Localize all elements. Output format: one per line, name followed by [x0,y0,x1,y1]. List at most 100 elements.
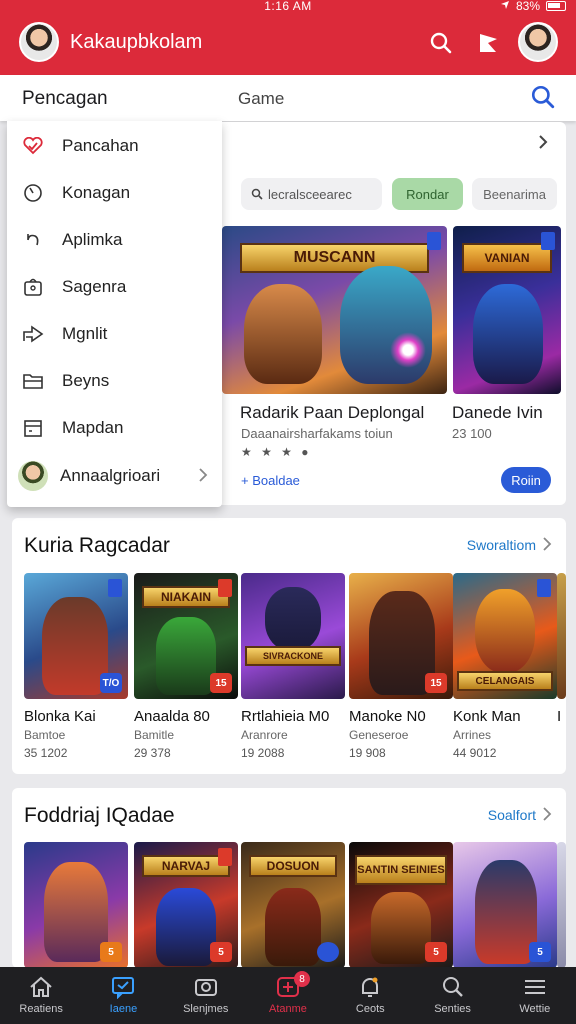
hero-figure [475,860,537,964]
game-tile[interactable]: DOSUON [241,842,345,968]
undo-arrow-icon [22,229,44,251]
search-icon[interactable] [530,84,556,115]
chip-active[interactable]: Rondar [392,178,463,210]
game-tile[interactable]: 5 [453,842,557,968]
nav-label: Atanme [269,1003,307,1015]
menu-profile-label: Annaalgrioari [60,466,161,485]
menu-item-label: Mapdan [62,418,124,437]
game-name: Blonka Kai [24,708,96,725]
game-tile[interactable]: 5 [24,842,128,968]
nav-label: Ceots [355,1003,385,1015]
add-link[interactable]: + Boaldae [241,473,300,488]
chip-other[interactable]: Beenarima [472,178,557,210]
menu-item-aplimka[interactable]: Aplimka [7,220,222,260]
age-badge: 5 [210,942,232,962]
menu-item-label: Pancahan [62,136,139,155]
search-icon [442,977,463,997]
featured-game-art[interactable]: MUSCANN [222,226,447,394]
menu-item-konagan[interactable]: Konagan [7,173,222,213]
search-icon[interactable] [427,29,455,57]
nav-item-camera[interactable]: Slenjmes [165,967,247,1024]
game-tile[interactable]: 15 [349,573,453,699]
hero-figure [44,862,108,962]
nav-item-chat[interactable]: Iaene [82,967,164,1024]
menu-item-mapdan[interactable]: Mapdan [7,408,222,448]
game-name: Konk Man [453,708,521,725]
chevron-right-icon[interactable] [542,806,552,827]
game-tile[interactable]: SIVRACKONE [241,573,345,699]
section-foddriaj-iqadae: Foddriaj IQadae Soalfort 5 NARVAJ 5 DOSU… [12,788,566,968]
see-all-link[interactable]: Sworaltiom [467,537,536,553]
nav-item-add[interactable]: 8 Atanme [247,967,329,1024]
search-input[interactable]: Game [238,89,284,109]
game-logo: VANIAN [461,242,553,274]
featured-subtitle: Daaanairsharfakams toiun [241,426,393,441]
game-name: Rrtlahieia M0 [241,708,330,725]
nav-item-menu[interactable]: Wettie [494,967,576,1024]
menu-item-mgnlit[interactable]: Mgnlit [7,314,222,354]
featured-title[interactable]: Radarik Paan Deplongal [240,403,424,423]
filter-search-chip[interactable]: lecralsceearec [241,178,382,210]
chevron-right-icon [198,467,208,488]
game-name: Anaalda 80 [134,708,210,725]
menu-item-label: Beyns [62,371,110,390]
game-genre: Bamitle [134,728,175,742]
section-title: Kuria Ragcadar [24,534,170,557]
home-icon [30,976,52,997]
bookmark-icon [108,579,122,597]
search-icon [251,188,263,200]
menu-item-label: Sagenra [62,277,127,296]
game-logo: CELANGAIS [457,671,553,692]
hero-figure [156,888,216,966]
game-genre: Arrines [453,728,492,742]
heart-check-icon [22,135,44,157]
nav-label: Slenjmes [183,1003,229,1015]
chevron-right-icon[interactable] [542,536,552,557]
profile-avatar[interactable] [518,22,558,62]
chevron-right-icon[interactable] [536,134,550,155]
game-logo: SANTIN SEINIES [355,854,447,885]
game-tile[interactable] [557,573,566,699]
nav-item-search[interactable]: Senties [411,967,493,1024]
status-bar: 1:16 AM 83% [0,0,576,14]
menu-item-profile[interactable]: Annaalgrioari [7,456,222,496]
game-tile[interactable]: NARVAJ 5 [134,842,238,968]
see-all-link[interactable]: Soalfort [488,807,536,823]
game-logo: DOSUON [249,854,337,878]
game-tile[interactable]: SANTIN SEINIES 5 [349,842,453,968]
game-tile[interactable]: CELANGAIS [453,573,557,699]
dropdown-menu: Pancahan Konagan Aplimka Sagenra Mgnlit … [7,121,222,507]
side-title[interactable]: Danede Ivin [452,403,543,423]
game-tile[interactable] [557,842,566,968]
join-button[interactable]: Roiin [501,467,551,493]
section-kuria-ragcadar: Kuria Ragcadar Sworaltiom T/O NIAKAIN 15… [12,518,566,774]
age-badge: 5 [100,942,122,962]
game-name: Manoke N0 [349,708,426,725]
menu-item-label: Aplimka [62,230,123,249]
menu-item-beyns[interactable]: Beyns [7,361,222,401]
share-icon [22,323,44,345]
menu-item-pancahan[interactable]: Pancahan [7,126,222,166]
game-logo: NIAKAIN [142,585,230,609]
hero-figure [156,617,216,695]
user-avatar[interactable] [19,22,59,62]
status-time: 1:16 AM [264,0,312,13]
app-header: 1:16 AM 83% Kakaupbkolam [0,0,576,75]
side-game-art[interactable]: VANIAN [453,226,561,394]
bag-icon [22,276,44,298]
flag-icon[interactable] [474,29,502,57]
side-number: 23 100 [452,426,492,441]
age-badge: 15 [210,673,232,693]
nav-label: Iaene [109,1003,138,1015]
hero-figure [265,888,321,966]
nav-item-bell[interactable]: Ceots [329,967,411,1024]
game-tile[interactable]: T/O [24,573,128,699]
game-tile[interactable]: NIAKAIN 15 [134,573,238,699]
nav-item-home[interactable]: Reatiens [0,967,82,1024]
menu-item-sagenra[interactable]: Sagenra [7,267,222,307]
status-right: 83% [500,0,566,13]
dropdown-title[interactable]: Pencagan [22,88,108,110]
game-logo: NARVAJ [142,854,230,878]
menu-icon [524,980,545,994]
magic-orb [390,332,426,368]
